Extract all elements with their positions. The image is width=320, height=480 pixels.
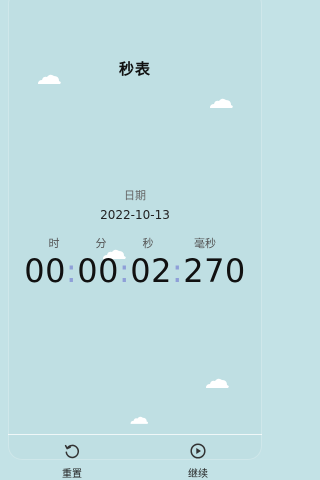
timer-separator: : <box>118 252 131 290</box>
continue-label: 继续 <box>188 469 208 480</box>
cloud-icon <box>210 98 233 108</box>
reset-label: 重置 <box>62 469 82 480</box>
bottom-action-bar: 重置 继续 <box>0 435 270 480</box>
stopwatch-screen: 秒表 日期 2022-10-13 时 分 秒 毫秒 00:00:02:270 重… <box>0 0 270 480</box>
date-value: 2022-10-13 <box>100 208 170 222</box>
unit-minute: 分 <box>95 237 107 250</box>
timer-milliseconds: 270 <box>183 252 246 290</box>
timer-hours: 00 <box>24 252 66 290</box>
cloud-icon <box>130 416 149 424</box>
unit-millisecond: 毫秒 <box>194 237 216 250</box>
unit-hour: 时 <box>48 237 60 250</box>
timer-seconds: 02 <box>130 252 172 290</box>
unit-second: 秒 <box>142 237 154 250</box>
timer-separator: : <box>65 252 78 290</box>
reset-icon <box>64 444 79 459</box>
cloud-icon <box>38 74 61 84</box>
cloud-icon <box>206 378 229 388</box>
continue-button[interactable]: 继续 <box>171 442 225 480</box>
reset-button[interactable]: 重置 <box>45 442 99 480</box>
play-circle-icon <box>190 443 206 459</box>
timer-minutes: 00 <box>77 252 119 290</box>
timer-display: 00:00:02:270 <box>0 252 270 290</box>
timer-separator: : <box>171 252 184 290</box>
date-label: 日期 <box>124 189 146 202</box>
